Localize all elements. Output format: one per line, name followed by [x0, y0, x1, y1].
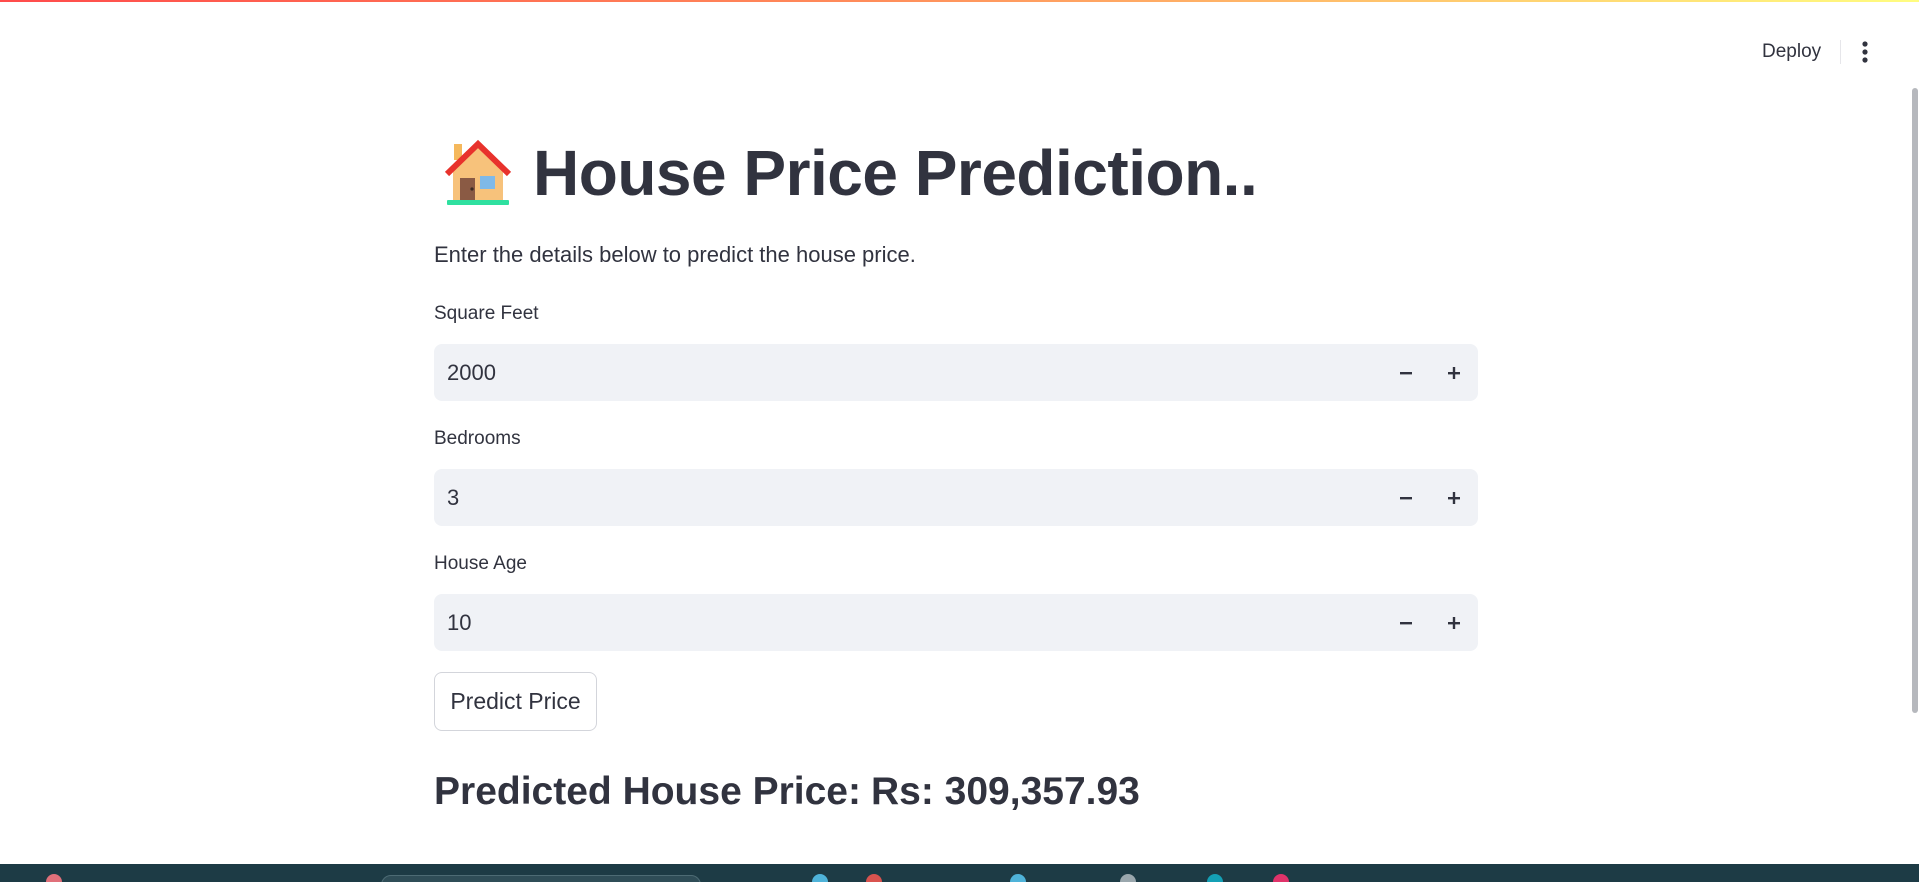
minus-icon [1400, 496, 1412, 499]
square-feet-increment-button[interactable] [1430, 344, 1478, 401]
taskbar-app-icon[interactable] [1010, 874, 1026, 882]
bedrooms-decrement-button[interactable] [1382, 469, 1430, 526]
taskbar-app-icon[interactable] [1207, 874, 1223, 882]
square-feet-field: Square Feet [434, 302, 1478, 401]
square-feet-input-wrap [434, 344, 1478, 401]
page-title: House Price Prediction.. [533, 137, 1258, 209]
page-scrollbar[interactable] [1912, 88, 1918, 713]
taskbar-app-icon[interactable] [866, 874, 882, 882]
result-label: Predicted House Price: [434, 770, 861, 813]
house-age-input[interactable] [434, 594, 1374, 651]
result-value: Rs: 309,357.93 [870, 770, 1140, 813]
square-feet-label: Square Feet [434, 303, 539, 324]
more-vertical-icon [1862, 41, 1868, 63]
taskbar-app-icon[interactable] [812, 874, 828, 882]
predicted-price-result: Predicted House Price: Rs: 309,357.93 [434, 768, 1140, 816]
plus-icon [1448, 616, 1460, 629]
taskbar-app-icon[interactable] [1273, 874, 1289, 882]
square-feet-input[interactable] [434, 344, 1374, 401]
plus-icon [1448, 366, 1460, 379]
house-emoji-icon [444, 139, 512, 205]
header-divider [1840, 40, 1841, 64]
house-age-decrement-button[interactable] [1382, 594, 1430, 651]
taskbar-app-icon[interactable] [1120, 874, 1136, 882]
taskbar-search-box[interactable] [381, 875, 701, 882]
page-subtitle: Enter the details below to predict the h… [434, 242, 916, 267]
house-age-increment-button[interactable] [1430, 594, 1478, 651]
bedrooms-input[interactable] [434, 469, 1374, 526]
minus-icon [1400, 621, 1412, 624]
predict-price-button[interactable]: Predict Price [434, 672, 597, 731]
title-row: House Price Prediction.. [443, 133, 1258, 213]
house-age-input-wrap [434, 594, 1478, 651]
os-taskbar [0, 864, 1919, 882]
taskbar-app-icon[interactable] [46, 874, 62, 882]
bedrooms-label: Bedrooms [434, 428, 521, 449]
house-age-label: House Age [434, 553, 527, 574]
main-menu-button[interactable] [1849, 36, 1881, 68]
minus-icon [1400, 371, 1412, 374]
bedrooms-input-wrap [434, 469, 1478, 526]
deploy-button[interactable]: Deploy [1744, 36, 1839, 68]
square-feet-decrement-button[interactable] [1382, 344, 1430, 401]
bedrooms-field: Bedrooms [434, 427, 1478, 526]
house-age-field: House Age [434, 552, 1478, 651]
app-header: Deploy [0, 0, 1919, 64]
plus-icon [1448, 491, 1460, 504]
bedrooms-increment-button[interactable] [1430, 469, 1478, 526]
